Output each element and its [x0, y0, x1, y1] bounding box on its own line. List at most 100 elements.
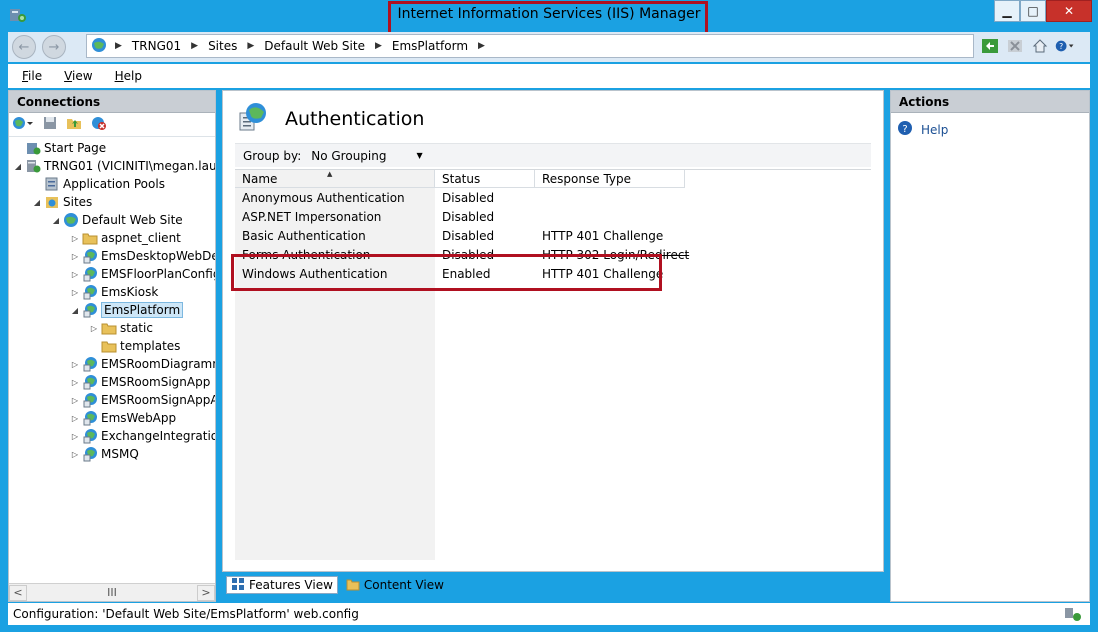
- column-header-name[interactable]: Name ▲: [235, 170, 435, 188]
- tree-item-emsdesktopwebdeploy[interactable]: ▷ EmsDesktopWebDeploy: [70, 247, 215, 265]
- breadcrumb-separator-icon[interactable]: ▶: [191, 41, 198, 51]
- expand-icon[interactable]: ▷: [89, 324, 99, 333]
- web-app-icon: [82, 410, 98, 426]
- menu-view[interactable]: View: [64, 69, 92, 83]
- collapse-icon[interactable]: ◢: [13, 162, 23, 171]
- tree-item-emsroomsignapp[interactable]: ▷ EMSRoomSignApp: [70, 373, 210, 391]
- tree-item-default-web-site[interactable]: ◢ Default Web Site: [51, 211, 183, 229]
- expand-icon[interactable]: ▷: [70, 288, 80, 297]
- stop-icon[interactable]: [1005, 36, 1025, 56]
- tab-content-view[interactable]: Content View: [342, 576, 448, 594]
- svg-text:?: ?: [902, 124, 907, 135]
- address-tools: ?: [980, 36, 1075, 56]
- expand-icon[interactable]: ▷: [70, 378, 80, 387]
- collapse-icon[interactable]: ◢: [32, 198, 42, 207]
- connect-icon[interactable]: [12, 115, 34, 134]
- tree-item-server[interactable]: ◢ TRNG01 (VICINITI\megan.laub): [13, 157, 215, 175]
- folder-icon: [101, 320, 117, 336]
- collapse-icon[interactable]: ◢: [51, 216, 61, 225]
- action-help[interactable]: ? Help: [891, 113, 1089, 146]
- status-bar: Configuration: 'Default Web Site/EmsPlat…: [8, 603, 1090, 625]
- iis-manager-window: Internet Information Services (IIS) Mana…: [0, 0, 1098, 632]
- actions-header: Actions: [891, 91, 1089, 113]
- tab-features-view[interactable]: Features View: [226, 576, 338, 594]
- dropdown-arrow-icon: ▼: [416, 151, 423, 160]
- sites-icon: [44, 194, 60, 210]
- save-icon[interactable]: [42, 115, 58, 134]
- expand-icon[interactable]: ▷: [70, 450, 80, 459]
- page-title: Authentication: [285, 107, 425, 130]
- tree-item-application-pools[interactable]: Application Pools: [32, 175, 165, 193]
- expand-icon[interactable]: ▷: [70, 396, 80, 405]
- scroll-left-icon[interactable]: <: [9, 584, 27, 601]
- tree-item-emskiosk[interactable]: ▷ EmsKiosk: [70, 283, 158, 301]
- disconnect-icon[interactable]: [90, 115, 108, 134]
- group-by-select[interactable]: No Grouping ▼: [311, 149, 422, 163]
- tree-item-sites[interactable]: ◢ Sites: [32, 193, 92, 211]
- tree-item-static[interactable]: ▷ static: [89, 319, 153, 337]
- web-app-icon: [82, 428, 98, 444]
- tree-item-aspnet-client[interactable]: ▷ aspnet_client: [70, 229, 181, 247]
- group-by-bar: Group by: No Grouping ▼: [235, 143, 871, 167]
- group-by-label: Group by:: [243, 148, 302, 163]
- home-icon[interactable]: [1030, 36, 1050, 56]
- actions-pane: Actions ? Help: [890, 90, 1090, 602]
- help-dropdown-icon[interactable]: ?: [1055, 36, 1075, 56]
- feature-header: Authentication: [237, 101, 424, 136]
- expand-icon[interactable]: ▷: [70, 432, 80, 441]
- tree-item-emswebapp[interactable]: ▷ EmsWebApp: [70, 409, 176, 427]
- scroll-right-icon[interactable]: >: [196, 584, 215, 601]
- address-bar: ← → ▶ TRNG01 ▶ Sites ▶ Default Web Site …: [8, 32, 1090, 62]
- sort-ascending-icon: ▲: [327, 170, 333, 178]
- tree-item-templates[interactable]: templates: [89, 337, 180, 355]
- scrollbar-thumb[interactable]: III: [107, 586, 117, 599]
- tree-item-exchangeintegration[interactable]: ▷ ExchangeIntegration: [70, 427, 215, 445]
- refresh-icon[interactable]: [980, 36, 1000, 56]
- breadcrumb-separator-icon[interactable]: ▶: [478, 41, 485, 51]
- web-app-icon: [82, 284, 98, 300]
- connections-toolbar: [9, 113, 215, 137]
- breadcrumb-segment[interactable]: TRNG01: [132, 39, 181, 53]
- column-header-response-type[interactable]: Response Type: [535, 170, 685, 188]
- close-button[interactable]: ✕: [1046, 0, 1092, 22]
- tree-item-emsroomsignappapi[interactable]: ▷ EMSRoomSignAppApi: [70, 391, 215, 409]
- content-view-icon: [346, 577, 360, 594]
- breadcrumb-segment[interactable]: EmsPlatform: [392, 39, 468, 53]
- table-row[interactable]: Anonymous Authentication Disabled: [235, 189, 871, 208]
- grid-header: Name ▲ Status Response Type: [235, 170, 871, 188]
- start-page-icon: [25, 140, 41, 156]
- breadcrumb-separator-icon[interactable]: ▶: [375, 41, 382, 51]
- expand-icon[interactable]: ▷: [70, 270, 80, 279]
- expand-icon[interactable]: ▷: [70, 234, 80, 243]
- breadcrumb-separator-icon[interactable]: ▶: [247, 41, 254, 51]
- expand-icon[interactable]: ▷: [70, 414, 80, 423]
- forward-arrow-icon: →: [48, 39, 60, 55]
- status-text: Configuration: 'Default Web Site/EmsPlat…: [13, 607, 359, 621]
- forward-button[interactable]: →: [42, 35, 66, 59]
- minimize-button[interactable]: ▁: [994, 0, 1020, 22]
- folder-icon: [82, 230, 98, 246]
- address-breadcrumb[interactable]: ▶ TRNG01 ▶ Sites ▶ Default Web Site ▶ Em…: [86, 34, 974, 58]
- breadcrumb-segment[interactable]: Default Web Site: [264, 39, 365, 53]
- collapse-icon[interactable]: ◢: [70, 306, 80, 315]
- breadcrumb-separator-icon: ▶: [115, 41, 122, 51]
- table-row[interactable]: ASP.NET Impersonation Disabled: [235, 208, 871, 227]
- tree-item-start-page[interactable]: Start Page: [13, 139, 106, 157]
- menu-help[interactable]: Help: [115, 69, 142, 83]
- expand-icon[interactable]: ▷: [70, 360, 80, 369]
- globe-icon: [91, 37, 107, 56]
- back-button[interactable]: ←: [12, 35, 36, 59]
- tree-item-emsplatform[interactable]: ◢ EmsPlatform: [70, 301, 184, 319]
- connections-pane: Connections Start Page ◢ TRNG01 (VICINIT…: [8, 90, 216, 602]
- tree-item-emsfloorplanconfig[interactable]: ▷ EMSFloorPlanConfig: [70, 265, 215, 283]
- connections-horizontal-scrollbar[interactable]: < III >: [9, 583, 215, 601]
- tree-item-msmq[interactable]: ▷ MSMQ: [70, 445, 139, 463]
- expand-icon[interactable]: ▷: [70, 252, 80, 261]
- maximize-button[interactable]: □: [1020, 0, 1046, 22]
- tree-item-emsroomdiagramming[interactable]: ▷ EMSRoomDiagramming: [70, 355, 215, 373]
- table-row[interactable]: Basic Authentication Disabled HTTP 401 C…: [235, 227, 871, 246]
- breadcrumb-segment[interactable]: Sites: [208, 39, 237, 53]
- menu-file[interactable]: File: [22, 69, 42, 83]
- column-header-status[interactable]: Status: [435, 170, 535, 188]
- up-folder-icon[interactable]: [66, 115, 82, 134]
